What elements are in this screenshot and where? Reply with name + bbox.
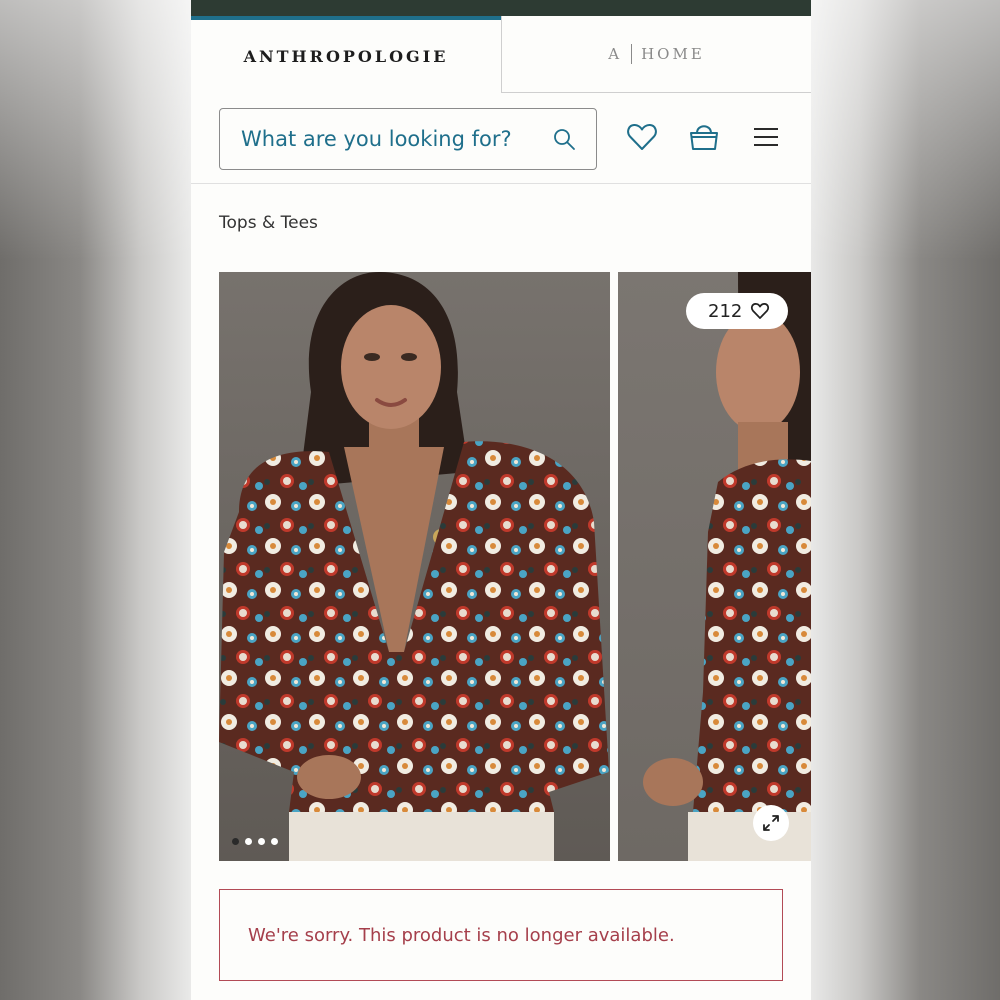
basket-icon[interactable]	[687, 120, 721, 154]
carousel-dots	[232, 838, 278, 845]
unavailable-message: We're sorry. This product is no longer a…	[248, 924, 675, 946]
site-header	[191, 93, 811, 184]
product-image-secondary[interactable]: 212	[618, 272, 811, 861]
search-icon[interactable]	[552, 127, 576, 151]
expand-image-button[interactable]	[753, 805, 789, 841]
carousel-dot[interactable]	[258, 838, 265, 845]
heart-icon[interactable]	[625, 120, 659, 154]
search-box[interactable]	[219, 108, 597, 170]
hamburger-menu-icon[interactable]	[749, 120, 783, 154]
search-input[interactable]	[241, 127, 541, 151]
breadcrumb[interactable]: Tops & Tees	[219, 213, 318, 233]
tab-anthropologie[interactable]: ANTHROPOLOGIE	[191, 16, 501, 93]
carousel-dot[interactable]	[232, 838, 239, 845]
like-count: 212	[708, 300, 743, 322]
phone-screen: ANTHROPOLOGIE A HOME Top	[191, 0, 811, 1000]
carousel-dot[interactable]	[245, 838, 252, 845]
tab-home-label: HOME	[641, 45, 705, 63]
heart-icon	[751, 303, 770, 319]
tab-a-home[interactable]: A HOME	[501, 16, 811, 93]
product-image-main[interactable]	[219, 272, 610, 861]
tab-anthropologie-label: ANTHROPOLOGIE	[243, 47, 449, 66]
top-color-strip	[191, 0, 811, 16]
model-side-illustration	[643, 272, 811, 861]
model-illustration	[219, 272, 609, 861]
carousel-dot[interactable]	[271, 838, 278, 845]
tab-a-label: A	[608, 45, 623, 63]
expand-icon	[763, 815, 779, 831]
site-tabs: ANTHROPOLOGIE A HOME	[191, 16, 811, 93]
tab-divider	[631, 44, 633, 64]
unavailable-notice: We're sorry. This product is no longer a…	[219, 889, 783, 981]
like-count-badge[interactable]: 212	[686, 293, 789, 329]
